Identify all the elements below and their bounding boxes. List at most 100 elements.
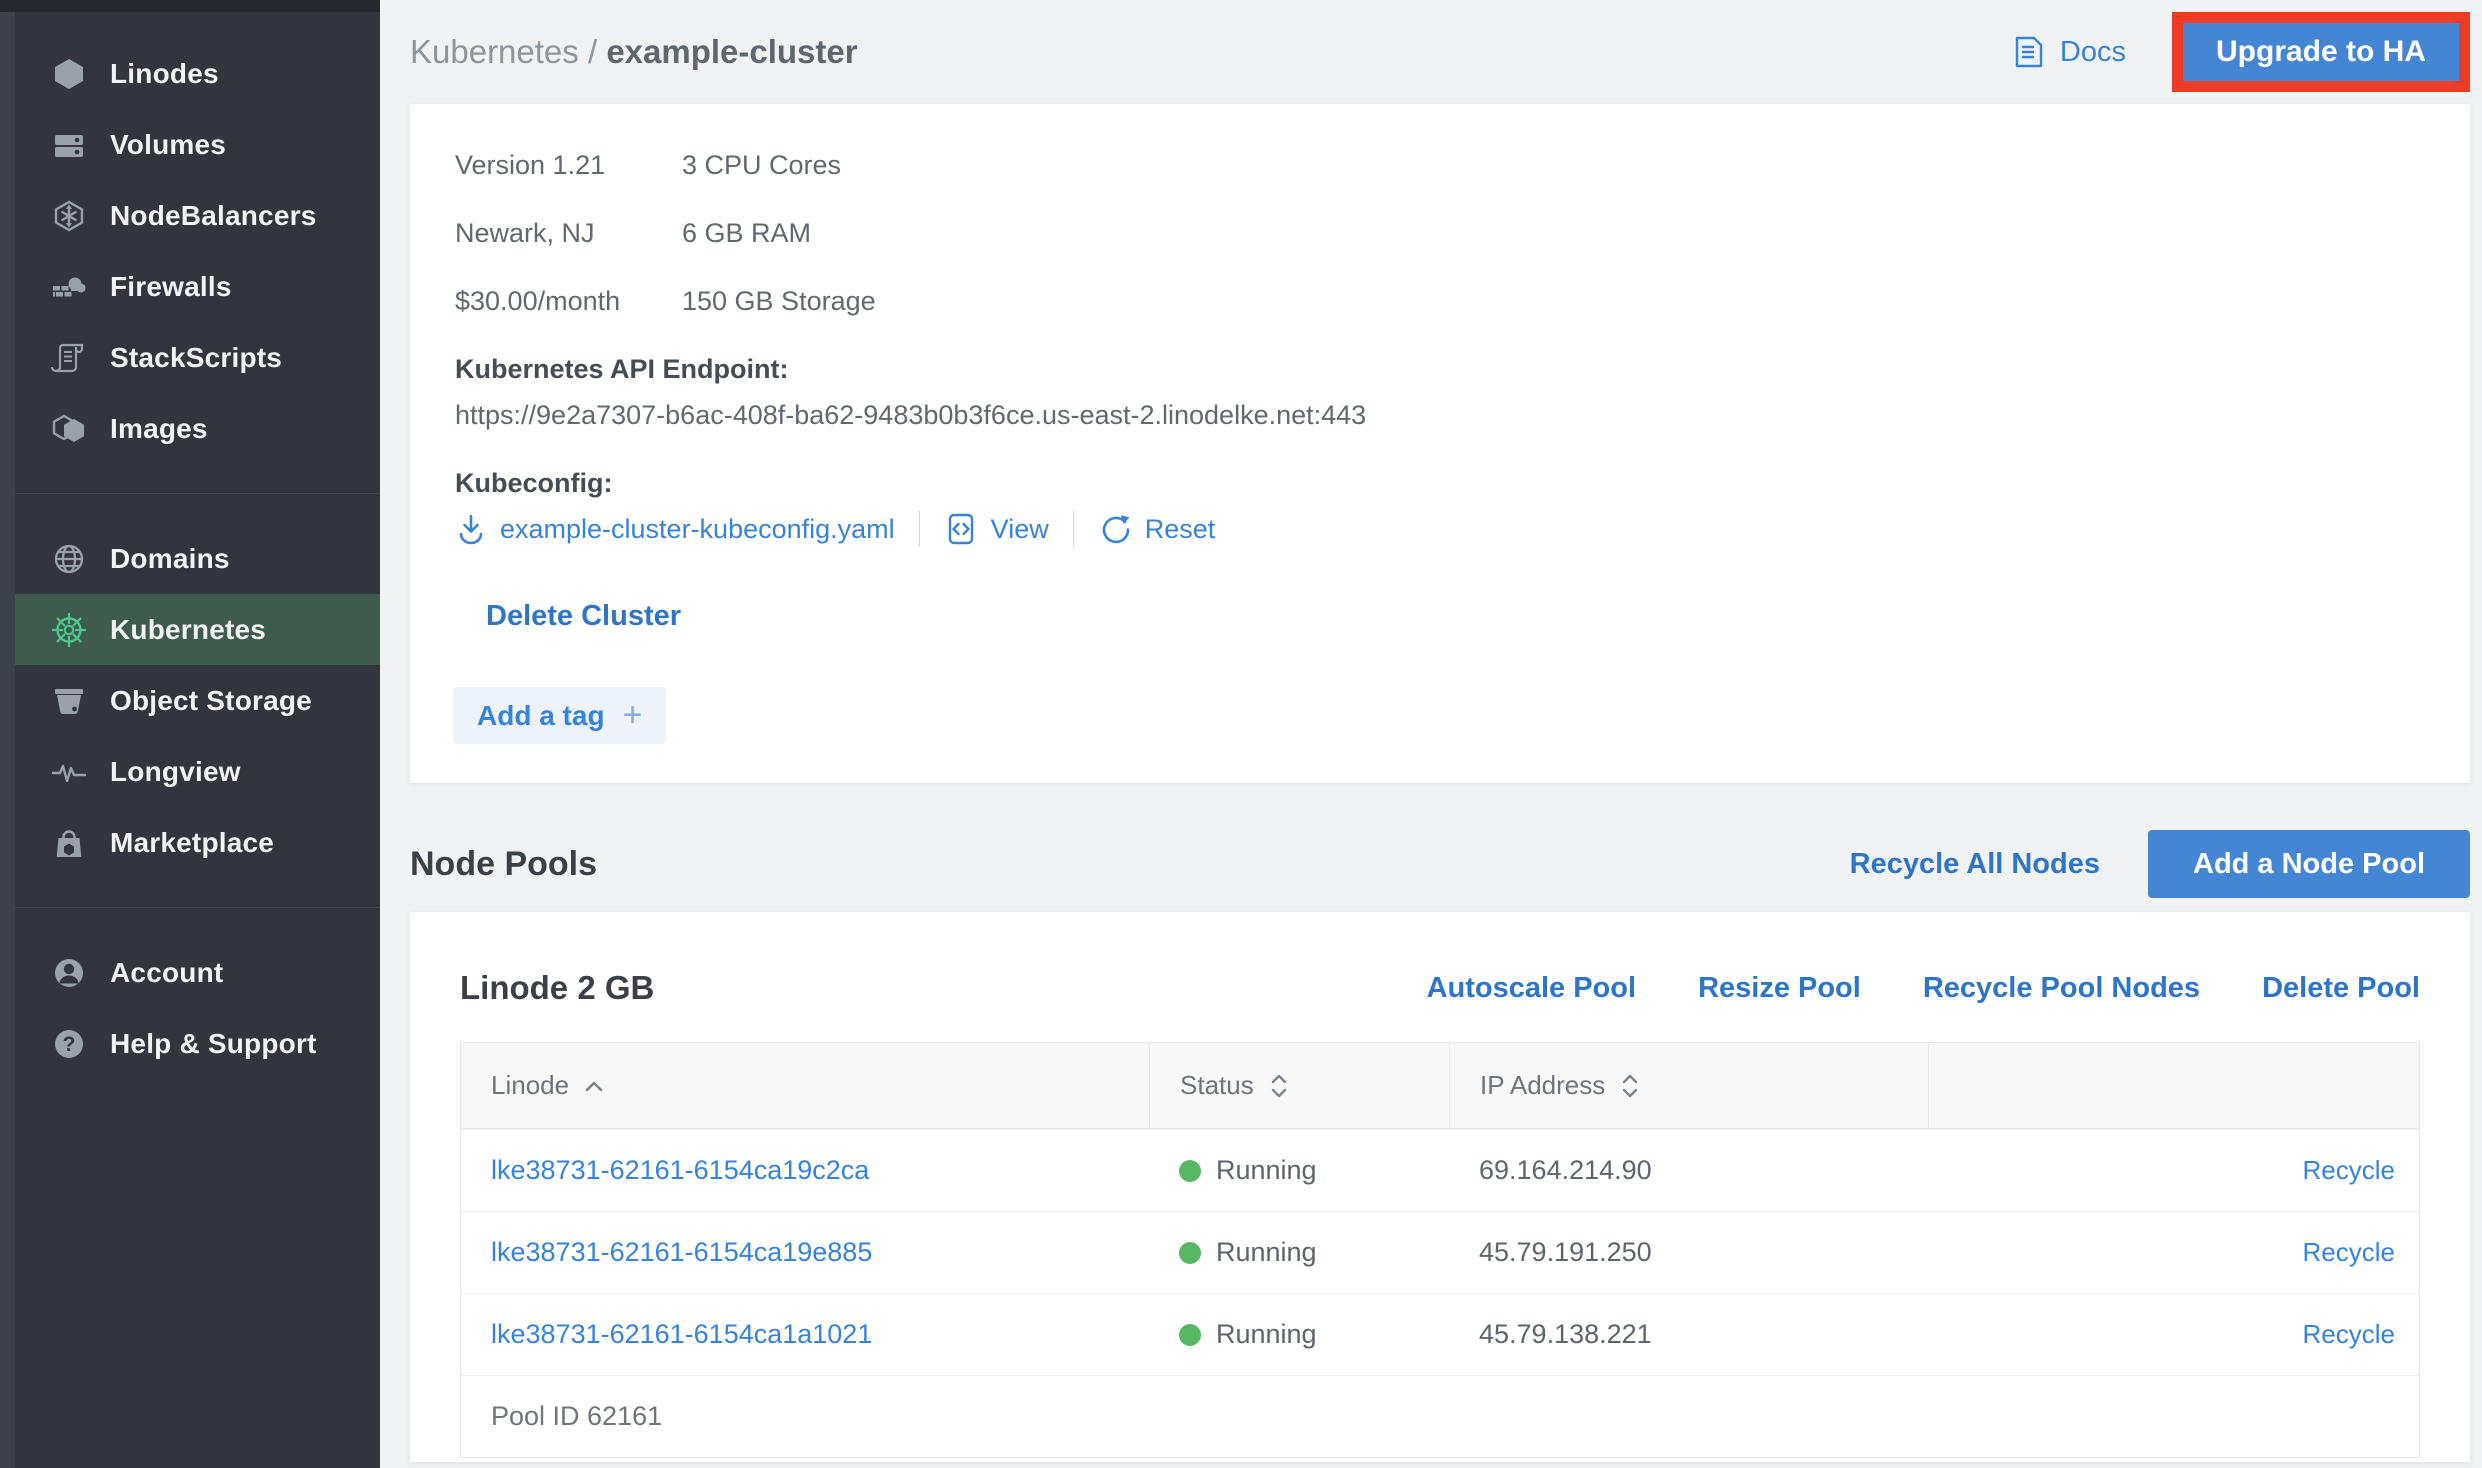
node-link[interactable]: lke38731-62161-6154ca1a1021 [491,1319,872,1350]
sidebar-item-label: Volumes [110,129,226,161]
pool-id-row: Pool ID 62161 [461,1375,2419,1457]
node-link[interactable]: lke38731-62161-6154ca19c2ca [491,1155,869,1186]
images-icon [50,410,88,448]
firewalls-icon [50,268,88,306]
column-header-ip-address[interactable]: IP Address [1449,1043,1928,1128]
recycle-all-nodes-link[interactable]: Recycle All Nodes [1850,848,2100,881]
docs-label: Docs [2060,36,2126,69]
api-endpoint-url: https://9e2a7307-b6ac-408f-ba62-9483b0b3… [455,395,1366,435]
breadcrumb-kubernetes-link[interactable]: Kubernetes [410,33,579,70]
add-tag-button[interactable]: Add a tag + [453,687,666,744]
sort-both-icon [1621,1073,1639,1099]
column-header-linode[interactable]: Linode [461,1043,1149,1128]
sidebar-item-label: Account [110,957,223,989]
sidebar-item-label: Firewalls [110,271,232,303]
sidebar-item-stackscripts[interactable]: StackScripts [0,322,380,393]
status-text: Running [1216,1237,1317,1268]
cluster-ram: 6 GB RAM [682,213,811,253]
column-header-label: Status [1180,1070,1254,1101]
cluster-price: $30.00/month [455,281,620,321]
cluster-region: Newark, NJ [455,213,595,253]
reset-icon [1098,512,1132,546]
recycle-node-link[interactable]: Recycle [2303,1319,2395,1350]
breadcrumb-current-cluster: example-cluster [606,33,857,70]
sidebar-item-label: NodeBalancers [110,200,316,232]
add-node-pool-button[interactable]: Add a Node Pool [2148,830,2470,898]
sidebar-divider [0,493,380,494]
sidebar-item-images[interactable]: Images [0,393,380,464]
pool-name: Linode 2 GB [460,969,654,1007]
sidebar-item-longview[interactable]: Longview [0,736,380,807]
sidebar-item-marketplace[interactable]: Marketplace [0,807,380,878]
view-code-icon [944,512,978,546]
recycle-node-link[interactable]: Recycle [2303,1237,2395,1268]
recycle-node-link[interactable]: Recycle [2303,1155,2395,1186]
resize-pool-link[interactable]: Resize Pool [1698,972,1861,1005]
status-running-dot [1179,1160,1201,1182]
pool-nodes-table: Linode Status IP Address [460,1042,2420,1458]
kubeconfig-actions-row: example-cluster-kubeconfig.yaml View Res… [455,509,1215,549]
sidebar-divider [0,907,380,908]
column-header-label: IP Address [1480,1070,1605,1101]
view-label: View [991,514,1049,545]
node-pools-bar: Node Pools Recycle All Nodes Add a Node … [410,830,2470,898]
svg-text:?: ? [63,1033,76,1056]
sidebar-item-label: Kubernetes [110,614,266,646]
marketplace-icon [50,824,88,862]
separator [919,511,920,547]
cluster-cpu: 3 CPU Cores [682,145,841,185]
add-tag-label: Add a tag [477,700,605,732]
pool-header: Linode 2 GB Autoscale Pool Resize Pool R… [410,912,2470,1042]
delete-pool-link[interactable]: Delete Pool [2262,972,2420,1005]
status-running-dot [1179,1242,1201,1264]
breadcrumb: Kubernetes / example-cluster [410,33,858,71]
table-row: lke38731-62161-6154ca19c2ca Running 69.1… [461,1129,2419,1211]
help-icon: ? [50,1025,88,1063]
status-text: Running [1216,1319,1317,1350]
cluster-storage: 150 GB Storage [682,281,876,321]
sidebar-item-account[interactable]: Account [0,937,380,1008]
sidebar-item-firewalls[interactable]: Firewalls [0,251,380,322]
column-header-label: Linode [491,1070,569,1101]
delete-cluster-link[interactable]: Delete Cluster [486,596,681,636]
status-running-dot [1179,1324,1201,1346]
nodebalancers-icon [50,197,88,235]
sort-both-icon [1270,1073,1288,1099]
column-header-status[interactable]: Status [1149,1043,1449,1128]
sidebar-item-help-support[interactable]: ? Help & Support [0,1008,380,1079]
docs-link[interactable]: Docs [2012,35,2126,69]
node-link[interactable]: lke38731-62161-6154ca19e885 [491,1237,872,1268]
sidebar-item-label: Object Storage [110,685,312,717]
sidebar-item-volumes[interactable]: Volumes [0,109,380,180]
recycle-pool-nodes-link[interactable]: Recycle Pool Nodes [1923,972,2200,1005]
sidebar-item-label: Marketplace [110,827,274,859]
node-ip: 45.79.138.221 [1449,1294,1928,1375]
kubeconfig-view-link[interactable]: View [944,512,1049,546]
kubeconfig-label: Kubeconfig: [455,463,612,503]
sidebar-item-nodebalancers[interactable]: NodeBalancers [0,180,380,251]
sidebar-item-linodes[interactable]: Linodes [0,38,380,109]
table-header-row: Linode Status IP Address [461,1043,2419,1129]
kubeconfig-download-link[interactable]: example-cluster-kubeconfig.yaml [455,513,895,545]
cluster-version: Version 1.21 [455,145,605,185]
kubernetes-icon [50,611,88,649]
kubeconfig-reset-link[interactable]: Reset [1098,512,1216,546]
docs-icon [2012,35,2046,69]
sidebar-item-label: Domains [110,543,230,575]
sidebar-item-domains[interactable]: Domains [0,523,380,594]
object-storage-icon [50,682,88,720]
sidebar-item-label: Longview [110,756,241,788]
delete-cluster-label: Delete Cluster [486,600,681,633]
status-text: Running [1216,1155,1317,1186]
separator [1073,511,1074,547]
node-pools-title: Node Pools [410,845,597,884]
cluster-summary-card: Version 1.21 Newark, NJ $30.00/month 3 C… [410,104,2470,783]
sidebar-item-label: Linodes [110,58,219,90]
upgrade-highlight-annotation: Upgrade to HA [2172,12,2470,92]
sidebar-item-kubernetes[interactable]: Kubernetes [0,594,380,665]
upgrade-to-ha-button[interactable]: Upgrade to HA [2183,23,2459,81]
sidebar-item-object-storage[interactable]: Object Storage [0,665,380,736]
main-content: Kubernetes / example-cluster Docs Upgrad… [380,0,2482,1468]
linodes-icon [50,55,88,93]
autoscale-pool-link[interactable]: Autoscale Pool [1427,972,1637,1005]
